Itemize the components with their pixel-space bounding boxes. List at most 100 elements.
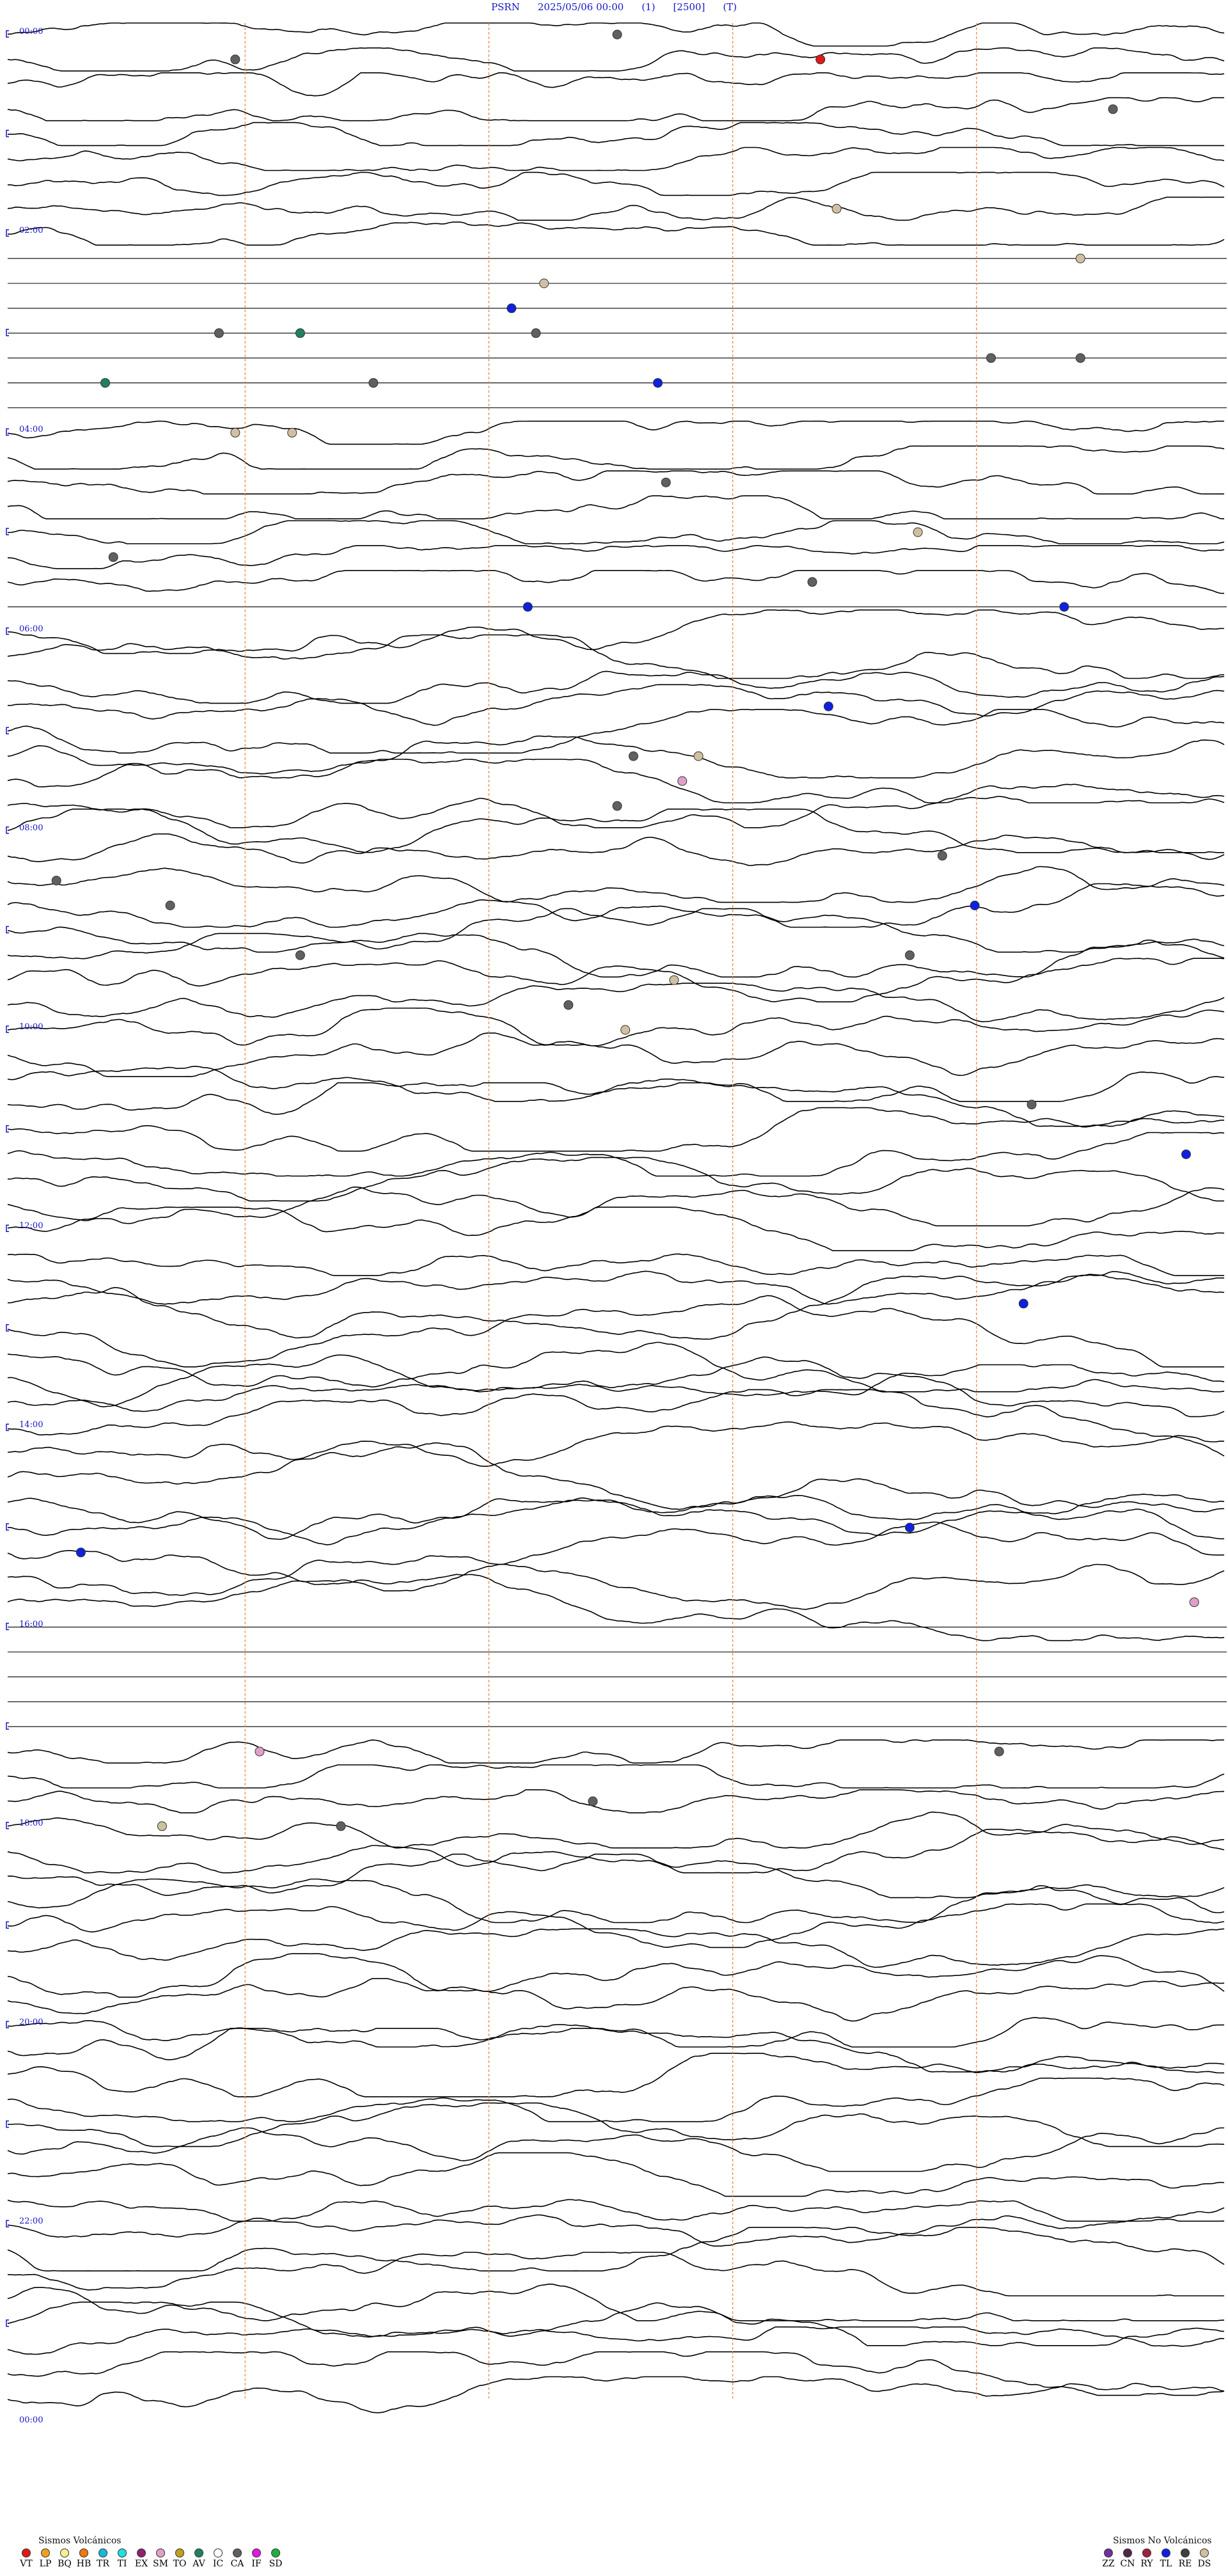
event-marker <box>677 776 688 786</box>
trace-row <box>7 545 1225 569</box>
event-marker <box>563 1000 574 1010</box>
trace-row <box>7 2199 1225 2222</box>
legend-swatch <box>41 2548 50 2557</box>
trace-row <box>7 883 1225 928</box>
legend-swatch <box>22 2548 31 2557</box>
hour-tick <box>6 926 9 934</box>
legend-swatch <box>214 2548 223 2557</box>
legend-swatch <box>1123 2548 1132 2557</box>
hour-tick <box>6 627 9 635</box>
trace-row <box>7 495 1225 519</box>
hour-tick <box>6 1025 9 1033</box>
event-marker <box>620 1025 631 1035</box>
event-marker <box>913 527 923 537</box>
legend-swatch <box>60 2548 69 2557</box>
legend-swatch <box>194 2548 203 2557</box>
event-marker <box>628 751 638 761</box>
trace-row <box>7 670 1225 704</box>
trace-row <box>7 520 1225 544</box>
event-marker <box>165 901 175 910</box>
legend-swatch <box>252 2548 261 2557</box>
legend-item: LP <box>35 2548 56 2569</box>
hour-tick <box>6 428 9 436</box>
event-marker <box>51 876 61 886</box>
trace-row <box>7 1499 1224 1545</box>
trace-row <box>7 1903 1225 1948</box>
legend-item: IF <box>246 2548 267 2569</box>
legend-swatch <box>98 2548 107 2557</box>
event-marker <box>368 378 379 388</box>
event-marker <box>807 577 817 587</box>
legend-label: TI <box>117 2559 127 2569</box>
event-marker <box>937 851 947 861</box>
legend-label: TL <box>1160 2559 1172 2569</box>
trace-row <box>7 420 1224 445</box>
nonvolcanic-legend-title: Sismos No Volcánicos <box>1113 2536 1212 2546</box>
event-marker <box>904 950 915 960</box>
legend-item: BQ <box>54 2548 75 2569</box>
trace-row <box>7 470 1224 494</box>
hour-tick <box>6 229 9 237</box>
event-marker <box>100 378 110 388</box>
trace-row <box>7 634 1225 679</box>
trace-row <box>7 1274 1225 1340</box>
legend-label: TO <box>173 2559 187 2569</box>
trace-row <box>7 933 1225 978</box>
legend-label: CN <box>1120 2559 1135 2569</box>
trace-row <box>7 709 1225 754</box>
event-marker <box>1108 104 1118 115</box>
event-marker <box>295 950 305 960</box>
trace-row <box>7 1295 1224 1368</box>
trace-row <box>7 1270 1224 1305</box>
legend-item: VT <box>15 2548 37 2569</box>
trace-row <box>7 1186 1225 1227</box>
hour-label: 06:00 <box>19 624 43 634</box>
trace-row <box>7 1811 1225 1849</box>
legend-item: SD <box>265 2548 287 2569</box>
legend-label: SD <box>269 2559 283 2569</box>
event-marker <box>1075 253 1085 264</box>
hour-tick <box>6 528 9 535</box>
trace-row <box>7 171 1225 196</box>
trace-row <box>7 865 1225 903</box>
trace-row <box>7 1853 1225 1899</box>
legend-label: IC <box>212 2559 224 2569</box>
event-marker <box>1059 602 1069 612</box>
hour-tick <box>6 1622 9 1631</box>
event-marker <box>336 1821 346 1831</box>
legend-item: RY <box>1136 2548 1158 2569</box>
hour-label: 00:00 <box>19 27 43 36</box>
legend-swatch <box>1161 2548 1170 2557</box>
event-marker <box>994 1746 1004 1757</box>
legend-swatch <box>175 2548 184 2557</box>
legend-swatch <box>79 2548 88 2557</box>
event-marker <box>230 427 240 438</box>
legend-label: BQ <box>58 2559 72 2569</box>
trace-row <box>7 1574 1225 1641</box>
trace-row <box>7 958 1225 1002</box>
event-marker <box>1018 1299 1028 1309</box>
event-marker <box>255 1746 265 1757</box>
legend-label: EX <box>134 2559 148 2569</box>
hour-tick <box>6 1921 9 1929</box>
legend-item: TI <box>111 2548 133 2569</box>
legend-label: TR <box>97 2559 109 2569</box>
event-marker <box>1181 1150 1191 1159</box>
legend-swatch <box>271 2548 280 2557</box>
legend-item: CN <box>1117 2548 1138 2569</box>
trace-row <box>7 1007 1225 1047</box>
event-marker <box>1189 1597 1199 1608</box>
trace-row <box>7 2102 1225 2147</box>
event-marker <box>157 1821 167 1831</box>
legend-item: IC <box>207 2548 229 2569</box>
trace-row <box>7 97 1224 122</box>
hour-label: 14:00 <box>19 1420 43 1430</box>
legend-item: RE <box>1174 2548 1196 2569</box>
trace-row <box>7 2227 1225 2272</box>
event-marker <box>75 1547 86 1558</box>
trace-row <box>7 221 1225 246</box>
legend-label: RY <box>1140 2559 1153 2569</box>
trace-row <box>7 1928 1225 1968</box>
hour-label: 20:00 <box>19 2018 43 2027</box>
hour-label: 00:00 <box>19 2415 43 2426</box>
